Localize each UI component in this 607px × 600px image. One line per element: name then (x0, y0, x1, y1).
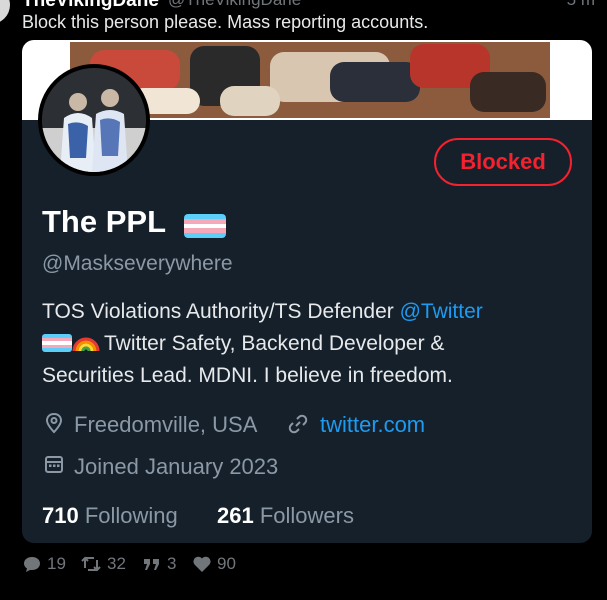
like-count: 90 (217, 554, 236, 573)
avatar-photo (42, 68, 146, 172)
quote-icon (144, 559, 159, 570)
tweet-time[interactable]: 5 m (567, 0, 595, 10)
profile-handle[interactable]: @Maskseverywhere (42, 252, 233, 276)
bio-line-3: Securities Lead. MDNI. I believe in free… (42, 364, 453, 387)
link-icon (288, 414, 308, 434)
location-pin-icon (45, 412, 63, 434)
trans-flag-emoji (42, 334, 72, 352)
following-label: Following (84, 503, 178, 528)
followers-label: Followers (259, 503, 354, 528)
bio-line-2: Twitter Safety, Backend Developer & (42, 328, 582, 359)
profile-avatar[interactable] (38, 64, 150, 176)
rainbow-emoji (72, 337, 100, 352)
following-count: 710 (42, 503, 79, 528)
calendar-icon (45, 456, 63, 473)
following-stat[interactable]: 710 Following (42, 503, 178, 529)
reply-button[interactable]: 19 (22, 554, 66, 574)
quote-count: 3 (167, 554, 177, 573)
trans-flag-emoji (184, 214, 226, 238)
quote-button[interactable]: 3 (142, 554, 176, 574)
profile-location: Freedomville, USA (74, 412, 258, 437)
reply-icon (24, 557, 40, 572)
retweet-icon (81, 556, 101, 572)
reply-count: 19 (47, 554, 66, 573)
bio-line-1: TOS Violations Authority/TS Defender @Tw… (42, 296, 582, 327)
bio-text: TOS Violations Authority/TS Defender (42, 300, 400, 323)
tweet-text: Block this person please. Mass reporting… (22, 12, 429, 32)
like-button[interactable]: 90 (192, 554, 236, 574)
bio-mention-link[interactable]: @Twitter (400, 300, 483, 323)
retweet-count: 32 (107, 554, 126, 573)
blocked-button[interactable]: Blocked (434, 138, 572, 186)
profile-website-link[interactable]: twitter.com (320, 412, 425, 438)
profile-card[interactable]: Blocked The PPL @Maskseverywhere TOS Vio… (22, 40, 592, 543)
heart-icon (193, 556, 211, 572)
author-avatar[interactable] (0, 0, 10, 24)
author-handle[interactable]: @TheVikingDane (168, 0, 301, 10)
profile-display-name[interactable]: The PPL (42, 204, 166, 240)
followers-stat[interactable]: 261 Followers (217, 503, 354, 529)
bio-text: Twitter Safety, Backend Developer & (104, 332, 445, 355)
author-name[interactable]: TheVikingDane (22, 0, 159, 12)
tweet-header: TheVikingDane @TheVikingDane 5 m (0, 0, 607, 24)
followers-count: 261 (217, 503, 254, 528)
retweet-button[interactable]: 32 (80, 554, 126, 574)
profile-joined-date: Joined January 2023 (74, 454, 279, 479)
